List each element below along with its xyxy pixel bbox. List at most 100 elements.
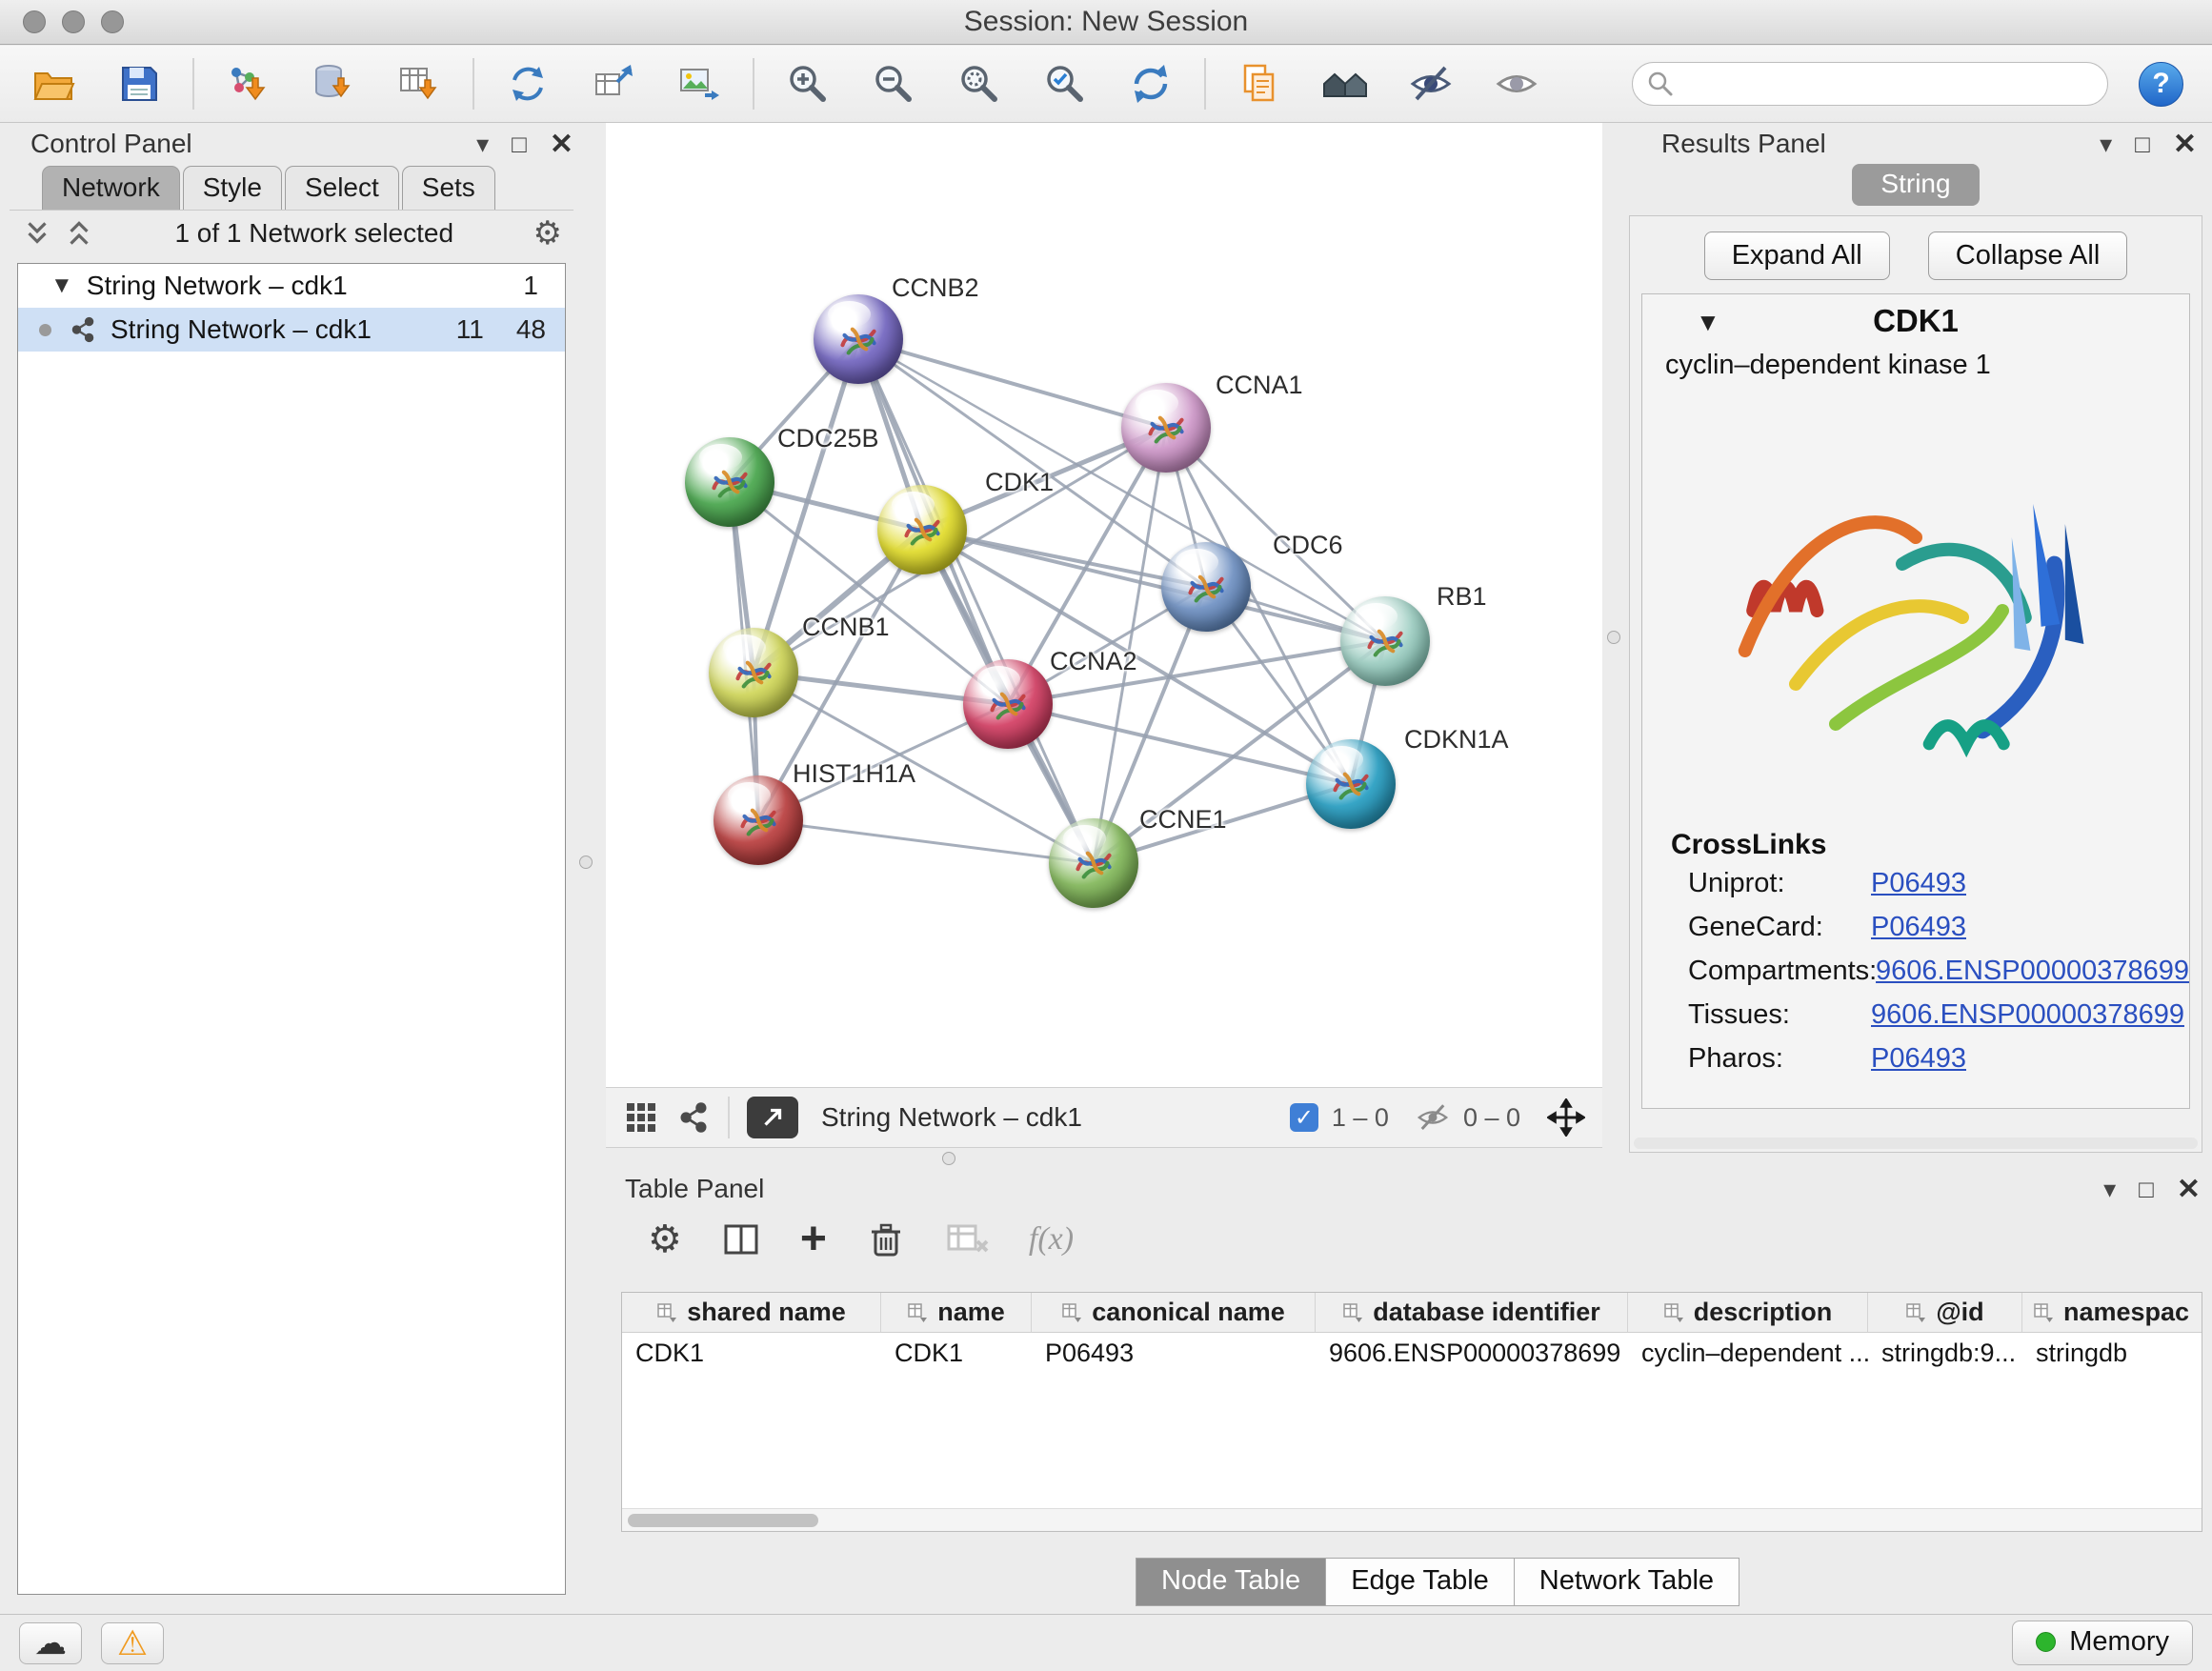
import-network-from-database-button[interactable] [295, 52, 372, 115]
network-node-ccna2[interactable] [963, 659, 1053, 749]
table-horizontal-scrollbar[interactable] [622, 1508, 2202, 1531]
maximize-panel-icon[interactable]: □ [2135, 131, 2150, 156]
collapse-all-button[interactable]: Collapse All [1928, 232, 2128, 280]
cloud-status-button[interactable]: ☁ [19, 1622, 82, 1664]
network-node-ccnb2[interactable] [814, 294, 903, 384]
zoom-out-button[interactable] [855, 52, 932, 115]
tab-style[interactable]: Style [183, 166, 282, 210]
crosslink-link-genecard[interactable]: P06493 [1871, 912, 1966, 943]
tab-select[interactable]: Select [285, 166, 399, 210]
network-collection-row[interactable]: ▼ String Network – cdk1 1 [18, 264, 565, 308]
cell-namespace[interactable]: stringdb [2022, 1333, 2200, 1373]
column-header-id[interactable]: @id [1868, 1293, 2022, 1332]
zoom-selected-button[interactable] [1027, 52, 1103, 115]
import-table-from-file-button[interactable] [381, 52, 457, 115]
hide-selected-button[interactable] [1393, 52, 1469, 115]
results-scrollbar[interactable] [1634, 1137, 2198, 1149]
close-window-button[interactable] [23, 10, 46, 33]
memory-button[interactable]: Memory [2012, 1621, 2193, 1665]
scrollbar-thumb[interactable] [628, 1514, 818, 1527]
function-builder-icon[interactable]: f(x) [1029, 1221, 1074, 1258]
network-node-ccne1[interactable] [1049, 818, 1138, 908]
column-header-shared-name[interactable]: shared name [622, 1293, 881, 1332]
network-node-cdkn1a[interactable] [1306, 739, 1396, 829]
network-node-ccna1[interactable] [1121, 383, 1211, 473]
network-node-cdc6[interactable] [1161, 542, 1251, 632]
delete-column-trash-icon[interactable] [865, 1218, 907, 1260]
crosslink-link-uniprot[interactable]: P06493 [1871, 868, 1966, 899]
cell-description[interactable]: cyclin–dependent ... [1628, 1333, 1868, 1373]
zoom-window-button[interactable] [101, 10, 124, 33]
add-column-icon[interactable]: + [800, 1217, 827, 1262]
detach-view-button[interactable] [747, 1097, 798, 1138]
hidden-items-eye-slash-icon[interactable] [1416, 1100, 1450, 1135]
close-panel-icon[interactable]: ✕ [550, 128, 573, 161]
import-network-from-file-button[interactable] [210, 52, 286, 115]
collapse-gene-icon[interactable]: ▼ [1696, 308, 1720, 337]
tab-edge-table[interactable]: Edge Table [1326, 1558, 1515, 1606]
tab-network-table[interactable]: Network Table [1515, 1558, 1739, 1606]
column-header-namespace[interactable]: namespac [2022, 1293, 2200, 1332]
cell-canonical-name[interactable]: P06493 [1032, 1333, 1316, 1373]
network-overview-icon[interactable] [676, 1100, 711, 1135]
save-session-button[interactable] [101, 52, 177, 115]
column-header-description[interactable]: description [1628, 1293, 1868, 1332]
network-node-rb1[interactable] [1340, 596, 1430, 686]
column-header-name[interactable]: name [881, 1293, 1032, 1332]
network-node-cdc25b[interactable] [685, 437, 774, 527]
show-all-button[interactable] [1478, 52, 1555, 115]
search-input[interactable] [1632, 62, 2108, 106]
gear-icon[interactable]: ⚙ [533, 217, 562, 250]
network-node-ccnb1[interactable] [709, 628, 798, 717]
table-settings-gear-icon[interactable]: ⚙ [648, 1220, 682, 1258]
help-button[interactable]: ? [2139, 62, 2183, 107]
crosslink-link-compartments[interactable]: 9606.ENSP00000378699 [1876, 956, 2189, 987]
string-results-tab[interactable]: String [1852, 164, 1979, 206]
network-node-cdk1[interactable] [877, 485, 967, 574]
export-image-button[interactable] [661, 52, 737, 115]
open-session-button[interactable] [15, 52, 91, 115]
selected-items-checkbox[interactable]: ✓ [1290, 1103, 1318, 1132]
bottom-splitter-handle[interactable] [942, 1152, 955, 1165]
network-view-canvas[interactable]: CCNB2CCNA1CDC25BCDK1CDC6RB1CCNB1CCNA2CDK… [606, 123, 1602, 1087]
close-panel-icon[interactable]: ✕ [2177, 1173, 2201, 1206]
pan-move-icon[interactable] [1547, 1098, 1585, 1137]
table-row[interactable]: CDK1 CDK1 P06493 9606.ENSP00000378699 cy… [622, 1333, 2202, 1373]
zoom-fit-button[interactable] [941, 52, 1017, 115]
minimize-window-button[interactable] [62, 10, 85, 33]
warnings-button[interactable]: ⚠ [101, 1622, 164, 1664]
expand-all-icon[interactable] [21, 217, 53, 250]
apply-layout-button[interactable] [1113, 52, 1189, 115]
crosslink-link-pharos[interactable]: P06493 [1871, 1043, 1966, 1075]
close-panel-icon[interactable]: ✕ [2173, 128, 2197, 161]
grid-view-icon[interactable] [623, 1099, 659, 1136]
cell-id[interactable]: stringdb:9... [1868, 1333, 2022, 1373]
tab-network[interactable]: Network [42, 166, 180, 210]
maximize-panel-icon[interactable]: □ [512, 131, 527, 156]
cell-shared-name[interactable]: CDK1 [622, 1333, 881, 1373]
copy-document-button[interactable] [1221, 52, 1297, 115]
float-panel-icon[interactable]: ▾ [476, 131, 489, 156]
left-splitter-handle[interactable] [579, 856, 593, 869]
network-row[interactable]: String Network – cdk1 11 48 [18, 308, 565, 352]
network-node-hist1h1a[interactable] [714, 775, 803, 865]
tab-node-table[interactable]: Node Table [1136, 1558, 1326, 1606]
network-from-table-button[interactable] [575, 52, 652, 115]
zoom-in-button[interactable] [770, 52, 846, 115]
tree-expand-icon[interactable]: ▼ [50, 272, 73, 299]
maximize-panel-icon[interactable]: □ [2139, 1177, 2154, 1201]
cell-database-identifier[interactable]: 9606.ENSP00000378699 [1316, 1333, 1628, 1373]
column-header-database-identifier[interactable]: database identifier [1316, 1293, 1628, 1332]
show-columns-icon[interactable] [720, 1218, 762, 1260]
float-panel-icon[interactable]: ▾ [2103, 1177, 2116, 1201]
float-panel-icon[interactable]: ▾ [2100, 131, 2112, 156]
first-neighbors-button[interactable] [1307, 52, 1383, 115]
column-header-canonical-name[interactable]: canonical name [1032, 1293, 1316, 1332]
new-network-button[interactable] [490, 52, 566, 115]
collapse-all-icon[interactable] [63, 217, 95, 250]
expand-all-button[interactable]: Expand All [1704, 232, 1890, 280]
crosslink-link-tissues[interactable]: 9606.ENSP00000378699 [1871, 999, 2184, 1031]
right-splitter-handle[interactable] [1607, 631, 1620, 644]
tab-sets[interactable]: Sets [402, 166, 495, 210]
cell-name[interactable]: CDK1 [881, 1333, 1032, 1373]
